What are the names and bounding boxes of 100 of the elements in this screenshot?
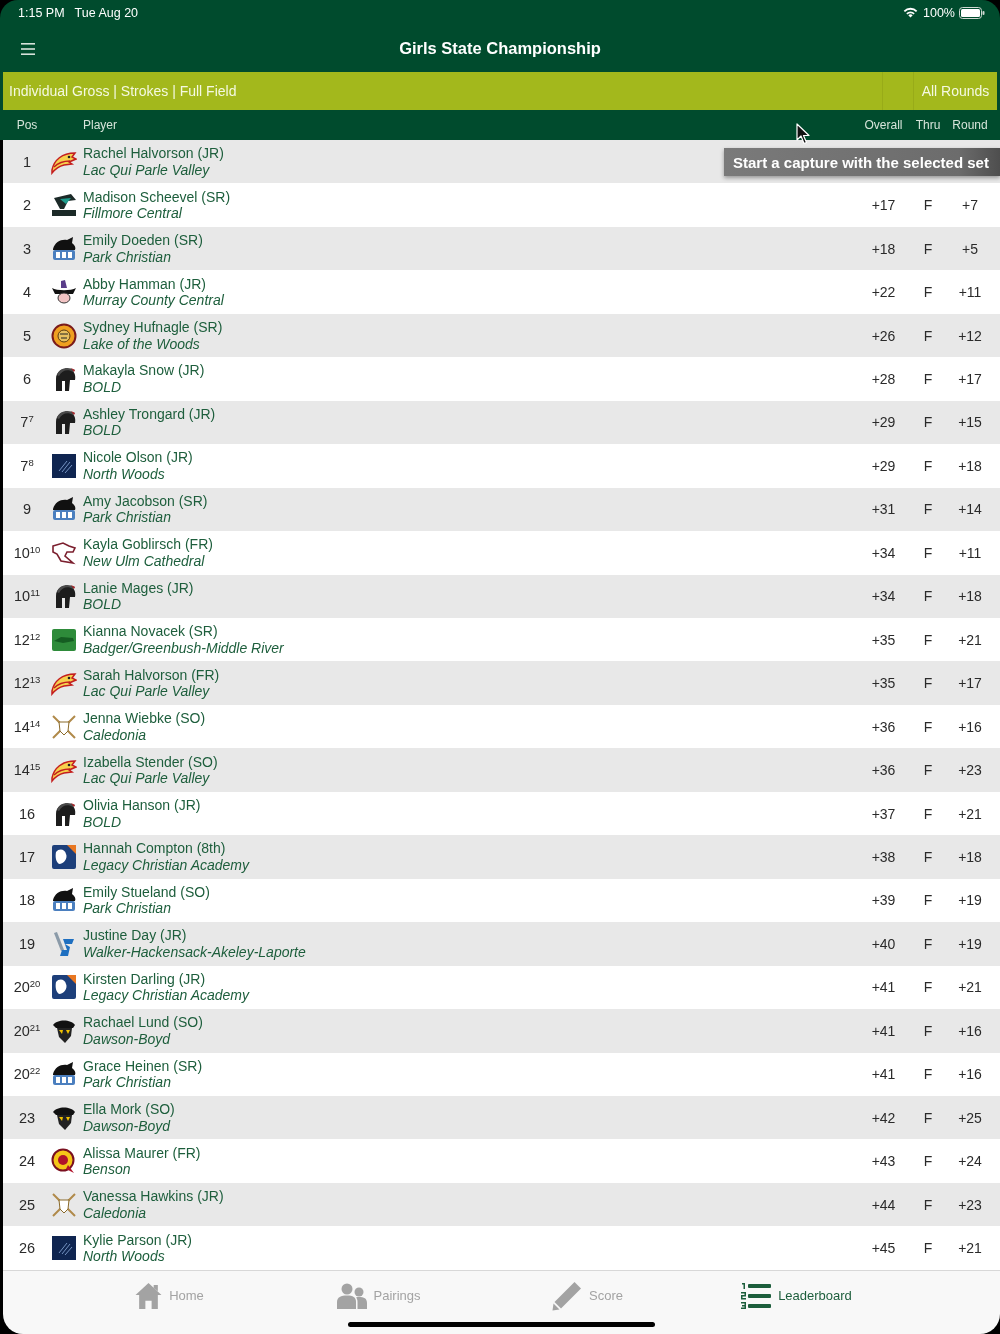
overall-score: +41 (871, 979, 896, 996)
overall-score: +35 (871, 675, 896, 692)
round-score: +24 (958, 1153, 982, 1170)
thru-status: F (923, 762, 933, 779)
school-name: Legacy Christian Academy (83, 856, 249, 874)
player-name: Alissa Maurer (FR) (83, 1144, 201, 1162)
player-name: Kylie Parson (JR) (83, 1231, 192, 1249)
player-name: Kayla Goblirsch (FR) (83, 536, 213, 553)
position: 12$^{12}$ (13, 631, 41, 648)
round-score: +7 (962, 197, 978, 214)
school-name: BOLD (83, 813, 122, 830)
round-score: +16 (958, 718, 982, 735)
school-name: Caledonia (83, 1204, 147, 1222)
player-name: Kianna Novacek (SR) (83, 623, 218, 640)
player-name: Olivia Hanson (JR) (83, 797, 201, 814)
overall-score: +22 (871, 284, 896, 301)
round-score: +17 (958, 371, 982, 387)
thru-status: F (923, 1109, 933, 1126)
column-header: Player (83, 118, 117, 132)
round-score: +21 (958, 631, 982, 648)
school-name: Badger/Greenbush-Middle River (83, 639, 284, 657)
school-name: Park Christian (83, 248, 171, 266)
overall-score: +37 (871, 805, 896, 822)
overall-score: +40 (871, 935, 896, 952)
school-name: Legacy Christian Academy (83, 987, 249, 1004)
thru-status: F (923, 501, 933, 518)
round-score: +21 (958, 979, 982, 996)
tooltip: Start a capture with the selected set (724, 148, 1000, 176)
position: 14$^{14}$ (13, 718, 41, 735)
position: 20$^{22}$ (13, 1066, 41, 1083)
thru-status: F (923, 1240, 933, 1257)
school-name: Lac Qui Parle Valley (83, 770, 210, 787)
overall-score: +34 (871, 544, 896, 561)
position: 3 (22, 240, 32, 257)
column-header: Round (952, 118, 988, 132)
thru-status: F (923, 240, 933, 257)
school-name: New Ulm Cathedral (83, 552, 205, 570)
overall-score: +45 (871, 1240, 896, 1257)
position: 23 (18, 1109, 36, 1126)
overall-score: +44 (871, 1196, 896, 1213)
position: 16 (18, 805, 36, 822)
position: 10$^{11}$ (14, 588, 40, 605)
position: 2 (22, 197, 32, 214)
player-name: Rachel Halvorson (JR) (83, 145, 224, 162)
round-score: +18 (958, 588, 982, 605)
overall-score: +36 (871, 718, 896, 735)
school-name: Park Christian (83, 900, 171, 917)
school-name: North Woods (83, 465, 165, 483)
player-name: Abby Hamman (JR) (83, 275, 206, 293)
thru-status: F (923, 414, 933, 431)
position: 7$^{7}$ (20, 414, 34, 431)
school-name: BOLD (83, 422, 122, 439)
overall-score: +41 (871, 1066, 896, 1083)
overall-score: +29 (871, 414, 896, 431)
round-score: +15 (958, 414, 982, 431)
player-name: Emily Doeden (SR) (83, 232, 203, 249)
overall-score: +42 (871, 1109, 896, 1126)
school-name: Lac Qui Parle Valley (83, 683, 210, 700)
position: 4 (22, 284, 32, 301)
thru-status: F (923, 544, 933, 561)
thru-status: F (923, 718, 933, 735)
thru-status: F (923, 631, 933, 648)
status-time: 1:15 PM (18, 5, 65, 20)
thru-status: F (923, 197, 933, 214)
school-name: Fillmore Central (83, 205, 182, 222)
round-score: +21 (958, 805, 982, 822)
round-score: +14 (958, 501, 982, 518)
round-score: +23 (958, 762, 982, 779)
overall-score: +38 (871, 848, 896, 865)
overall-score: +29 (871, 457, 896, 474)
round-score: +23 (958, 1196, 982, 1213)
school-name: Lake of the Woods (83, 335, 200, 353)
player-name: Ashley Trongard (JR) (83, 405, 216, 423)
round-score: +18 (958, 848, 982, 865)
thru-status: F (923, 1022, 933, 1039)
thru-status: F (923, 892, 933, 909)
overall-score: +43 (871, 1153, 896, 1170)
round-score: +12 (958, 327, 982, 344)
round-score: +16 (958, 1066, 982, 1083)
player-name: Grace Heinen (SR) (83, 1057, 203, 1075)
position: 18 (18, 892, 36, 909)
thru-status: F (923, 457, 933, 474)
player-name: Sydney Hufnagle (SR) (83, 319, 223, 336)
player-name: Emily Stueland (SO) (83, 883, 210, 901)
player-name: Madison Scheevel (SR) (83, 188, 231, 206)
thru-status: F (923, 979, 933, 996)
overall-score: +36 (871, 762, 896, 779)
player-name: Amy Jacobson (SR) (83, 492, 208, 510)
position: 9 (22, 501, 32, 518)
position: 12$^{13}$ (13, 675, 41, 692)
player-name: Sarah Halvorson (FR) (83, 666, 220, 684)
player-name: Makayla Snow (JR) (83, 362, 205, 379)
position: 20$^{20}$ (13, 979, 41, 996)
thru-status: F (923, 675, 933, 692)
position: 1 (22, 153, 32, 170)
overall-score: +26 (871, 327, 896, 344)
player-name: Jenna Wiebke (SO) (83, 710, 206, 727)
position: 6 (22, 371, 32, 387)
school-name: BOLD (83, 379, 122, 396)
column-header: Thru (915, 118, 941, 132)
